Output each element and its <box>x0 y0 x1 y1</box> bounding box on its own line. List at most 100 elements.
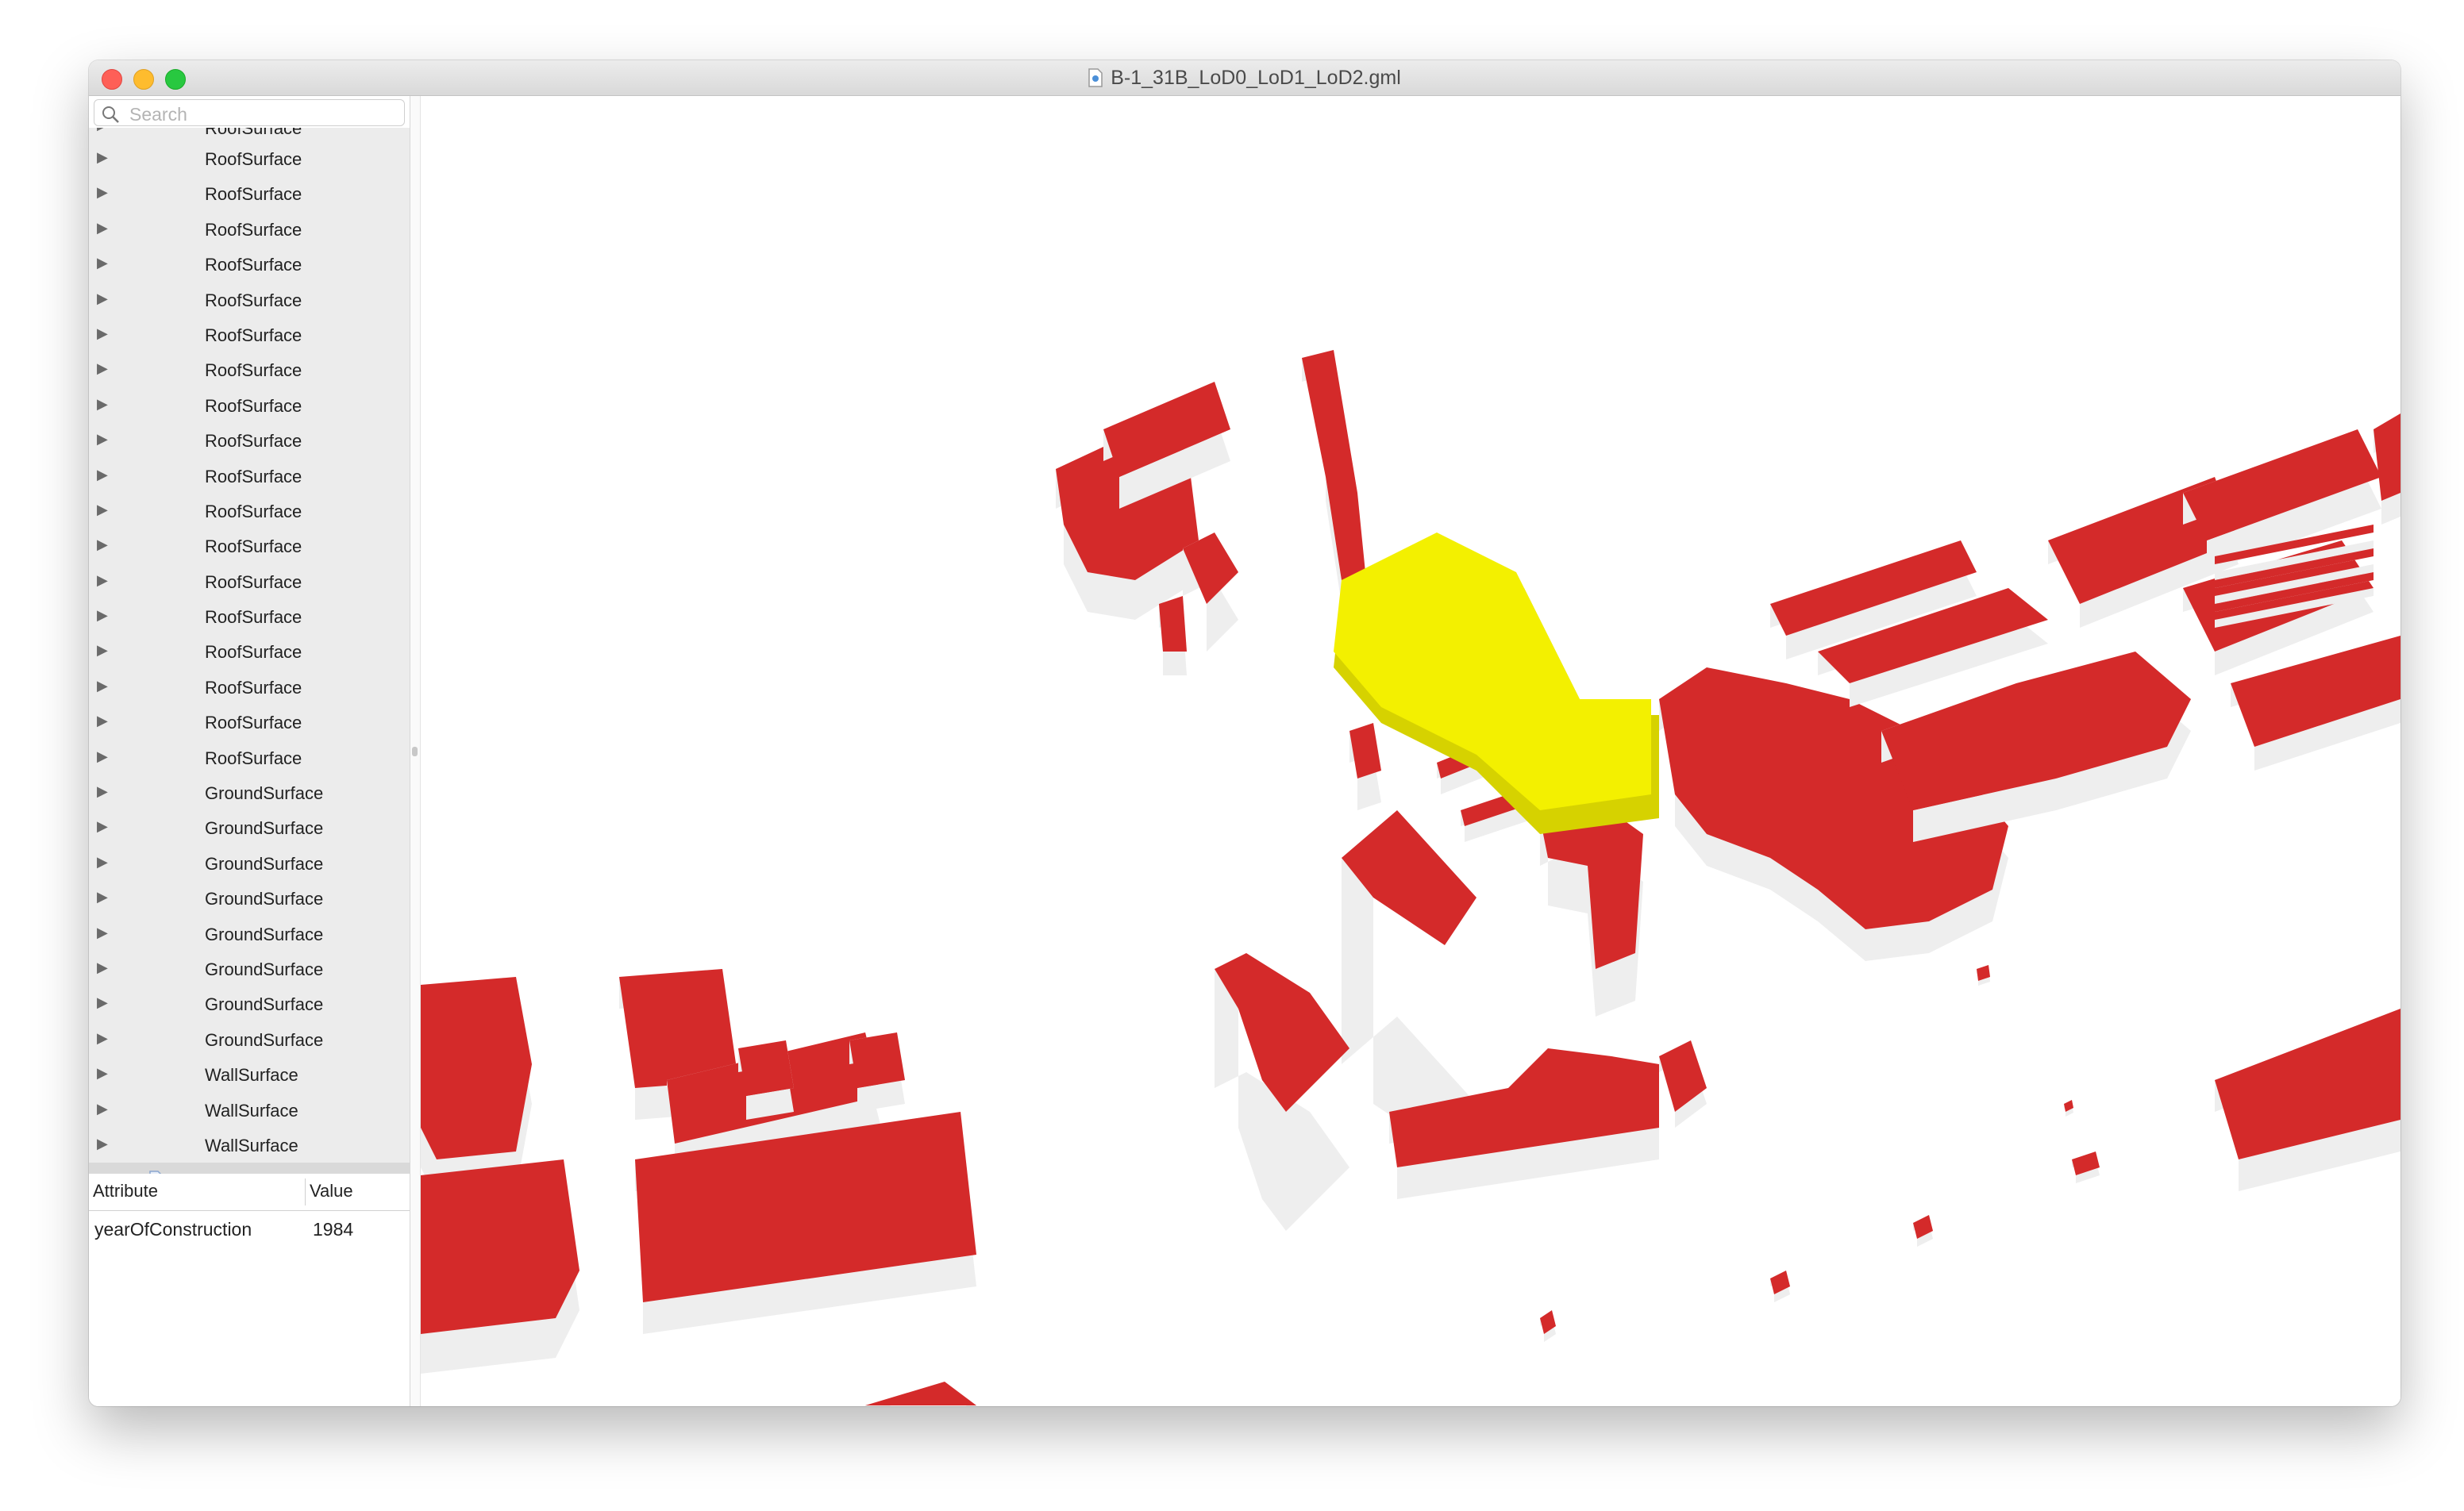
tree-row[interactable]: ▶ RoofSurface <box>89 388 410 423</box>
disclosure-triangle-icon[interactable]: ▶ <box>97 854 108 871</box>
tree-row[interactable]: ▶ WallSurface <box>89 1093 410 1128</box>
attribute-column-header[interactable]: Attribute <box>93 1181 158 1201</box>
document-icon <box>1088 68 1103 87</box>
disclosure-triangle-icon[interactable]: ▶ <box>97 959 108 976</box>
disclosure-triangle-icon[interactable]: ▶ <box>97 184 108 201</box>
disclosure-triangle-icon[interactable]: ▶ <box>97 889 108 905</box>
tree-row[interactable]: ▶ GroundSurface <box>89 952 410 986</box>
tree-row[interactable]: ▶ RoofSurface <box>89 494 410 529</box>
disclosure-triangle-icon[interactable]: ▶ <box>97 255 108 271</box>
tree-row-label: RoofSurface <box>205 395 302 416</box>
tree-row[interactable]: ▶ GroundSurface <box>89 810 410 845</box>
tree-row[interactable]: ▶ RoofSurface <box>89 423 410 458</box>
disclosure-triangle-icon[interactable]: ▶ <box>97 607 108 624</box>
tree-row-label: RoofSurface <box>205 128 302 138</box>
tree-row[interactable]: ▶ RoofSurface <box>89 634 410 669</box>
attribute-row[interactable]: yearOfConstruction 1984 <box>89 1211 410 1248</box>
disclosure-triangle-icon[interactable]: ▶ <box>97 1101 108 1117</box>
city-model-scene[interactable] <box>421 96 2400 1406</box>
tree-row[interactable]: ▶ RoofSurface <box>89 459 410 494</box>
tree-row-building[interactable]: ▶Building (ID_05991000007 <box>89 1163 410 1174</box>
column-divider[interactable] <box>305 1178 306 1205</box>
disclosure-triangle-icon[interactable]: ▶ <box>97 220 108 236</box>
tree-row[interactable]: ▶ GroundSurface <box>89 846 410 881</box>
disclosure-triangle-icon[interactable]: ▶ <box>97 290 108 307</box>
tree-row-label: RoofSurface <box>205 677 302 698</box>
feature-tree[interactable]: ▶ RoofSurface ▶ RoofSurface ▶ RoofSurface ▶ R… <box>89 128 410 1174</box>
disclosure-triangle-icon[interactable]: ▶ <box>97 467 108 483</box>
disclosure-triangle-icon[interactable]: ▶ <box>97 128 108 133</box>
tree-row[interactable]: ▶ GroundSurface <box>89 917 410 952</box>
disclosure-triangle-icon[interactable]: ▶ <box>97 149 108 166</box>
tree-row[interactable]: ▶ GroundSurface <box>89 881 410 916</box>
tree-row[interactable]: ▶ RoofSurface <box>89 352 410 387</box>
disclosure-triangle-icon[interactable]: ▶ <box>97 783 108 800</box>
tree-row[interactable]: ▶ RoofSurface <box>89 740 410 775</box>
app-window: B-1_31B_LoD0_LoD1_LoD2.gml Search ▶ Roof… <box>89 60 2400 1406</box>
tree-row[interactable]: ▶ RoofSurface <box>89 529 410 563</box>
tree-row[interactable]: ▶ RoofSurface <box>89 176 410 211</box>
tree-row[interactable]: ▶ RoofSurface <box>89 317 410 352</box>
search-field[interactable]: Search <box>94 99 405 126</box>
window-title-area: B-1_31B_LoD0_LoD1_LoD2.gml <box>89 60 2400 95</box>
sidebar: Search ▶ RoofSurface ▶ RoofSurface ▶ RoofSu… <box>89 96 410 1406</box>
disclosure-triangle-icon[interactable]: ▶ <box>97 748 108 765</box>
building-sw-f-roof[interactable] <box>738 1040 794 1096</box>
split-view-divider[interactable] <box>410 96 421 1406</box>
tree-row-label: GroundSurface <box>205 889 324 909</box>
disclosure-triangle-icon[interactable]: ▶ <box>97 994 108 1011</box>
value-column-header[interactable]: Value <box>310 1181 353 1201</box>
tree-row-label: RoofSurface <box>205 290 302 310</box>
disclosure-triangle-icon[interactable]: ▶ <box>97 325 108 342</box>
tree-row[interactable]: ▶ RoofSurface <box>89 247 410 282</box>
tree-row[interactable]: ▶ GroundSurface <box>89 1022 410 1057</box>
disclosure-triangle-icon[interactable]: ▶ <box>97 925 108 941</box>
selected-building-roof[interactable] <box>1334 533 1651 810</box>
disclosure-triangle-icon[interactable]: ▶ <box>97 396 108 413</box>
building-sw-a-roof[interactable] <box>421 977 532 1159</box>
disclosure-triangle-icon[interactable]: ▶ <box>97 431 108 448</box>
tree-row-label: GroundSurface <box>205 959 324 979</box>
splitter-grip[interactable] <box>412 747 418 756</box>
disclosure-triangle-icon[interactable]: ▶ <box>97 536 108 553</box>
tree-row[interactable]: ▶ RoofSurface <box>89 141 410 176</box>
tree-row-label: RoofSurface <box>205 501 302 521</box>
tree-row-label: GroundSurface <box>205 1029 324 1050</box>
building-east-h-roof[interactable] <box>2374 413 2400 501</box>
tree-row[interactable]: ▶ WallSurface <box>89 1057 410 1092</box>
disclosure-triangle-icon[interactable]: ▶ <box>97 1030 108 1047</box>
tree-row-label: RoofSurface <box>205 571 302 592</box>
tree-row[interactable]: ▶ RoofSurface <box>89 670 410 705</box>
disclosure-triangle-icon[interactable]: ▶ <box>97 502 108 518</box>
disclosure-triangle-icon[interactable]: ▶ <box>97 642 108 659</box>
tree-row-label: GroundSurface <box>205 924 324 944</box>
tree-row[interactable]: ▶ RoofSurface <box>89 212 410 247</box>
tree-row[interactable]: ▶ RoofSurface <box>89 283 410 317</box>
3d-viewport[interactable] <box>421 96 2400 1406</box>
title-bar[interactable]: B-1_31B_LoD0_LoD1_LoD2.gml <box>89 60 2400 96</box>
search-placeholder: Search <box>129 104 187 125</box>
disclosure-triangle-icon[interactable]: ▶ <box>97 678 108 694</box>
tree-row[interactable]: ▶ WallSurface <box>89 1128 410 1163</box>
tree-row-label: WallSurface <box>205 1135 298 1155</box>
attribute-value: 1984 <box>313 1219 354 1240</box>
disclosure-triangle-icon[interactable]: ▶ <box>97 818 108 835</box>
tree-row[interactable]: ▶ GroundSurface <box>89 775 410 810</box>
tree-row-label: GroundSurface <box>205 994 324 1015</box>
building-sw-h-roof[interactable] <box>865 1382 976 1405</box>
disclosure-triangle-icon[interactable]: ▶ <box>97 572 108 589</box>
building-sw-g-roof[interactable] <box>849 1032 905 1088</box>
tree-row[interactable]: ▶ RoofSurface <box>89 128 410 141</box>
building-small-nw-roof[interactable] <box>1159 596 1187 652</box>
disclosure-triangle-icon[interactable]: ▶ <box>97 713 108 729</box>
tree-row[interactable]: ▶ GroundSurface <box>89 986 410 1021</box>
building-sw-b-roof[interactable] <box>421 1159 579 1334</box>
tree-row[interactable]: ▶ RoofSurface <box>89 705 410 740</box>
disclosure-triangle-icon[interactable]: ▶ <box>97 1136 108 1152</box>
tree-row-label: WallSurface <box>205 1065 298 1086</box>
disclosure-triangle-icon[interactable]: ▶ <box>97 360 108 377</box>
disclosure-triangle-icon[interactable]: ▶ <box>97 1065 108 1082</box>
tree-row[interactable]: ▶ RoofSurface <box>89 564 410 599</box>
building-center-a-roof[interactable] <box>1349 723 1381 779</box>
tree-row[interactable]: ▶ RoofSurface <box>89 599 410 634</box>
